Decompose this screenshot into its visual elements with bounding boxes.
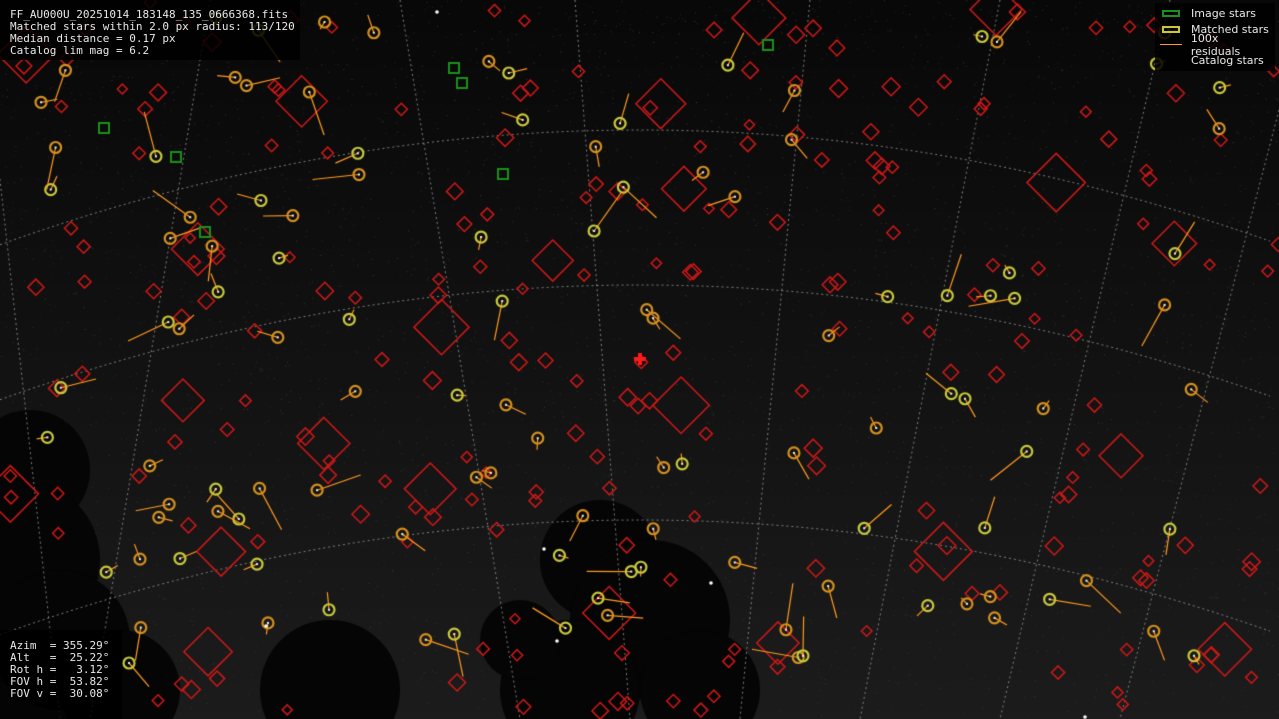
legend-catalog-stars: Catalog stars <box>1159 53 1271 69</box>
yellow-box-icon <box>1159 23 1183 35</box>
legend-label: Image stars <box>1191 7 1256 21</box>
green-box-icon <box>1159 8 1183 20</box>
blank-icon <box>1159 54 1183 66</box>
legend-image-stars: Image stars <box>1159 6 1271 22</box>
orange-line-icon <box>1159 39 1183 51</box>
fov-v-readout: FOV v = 30.08° <box>10 687 110 700</box>
legend: Image stars Matched stars 100x residuals… <box>1155 3 1275 71</box>
plate-info-panel: FF_AU000U_20251014_183148_135_0666368.fi… <box>0 0 300 60</box>
legend-residuals: 100x residuals <box>1159 32 1271 58</box>
sky-image <box>0 0 1279 719</box>
catalog-lim-mag: Catalog lim mag = 6.2 <box>10 44 150 57</box>
legend-label: Catalog stars <box>1191 53 1264 67</box>
pointing-info-panel: Azim = 355.29° Alt = 25.22° Rot h = 3.12° F… <box>0 630 122 719</box>
